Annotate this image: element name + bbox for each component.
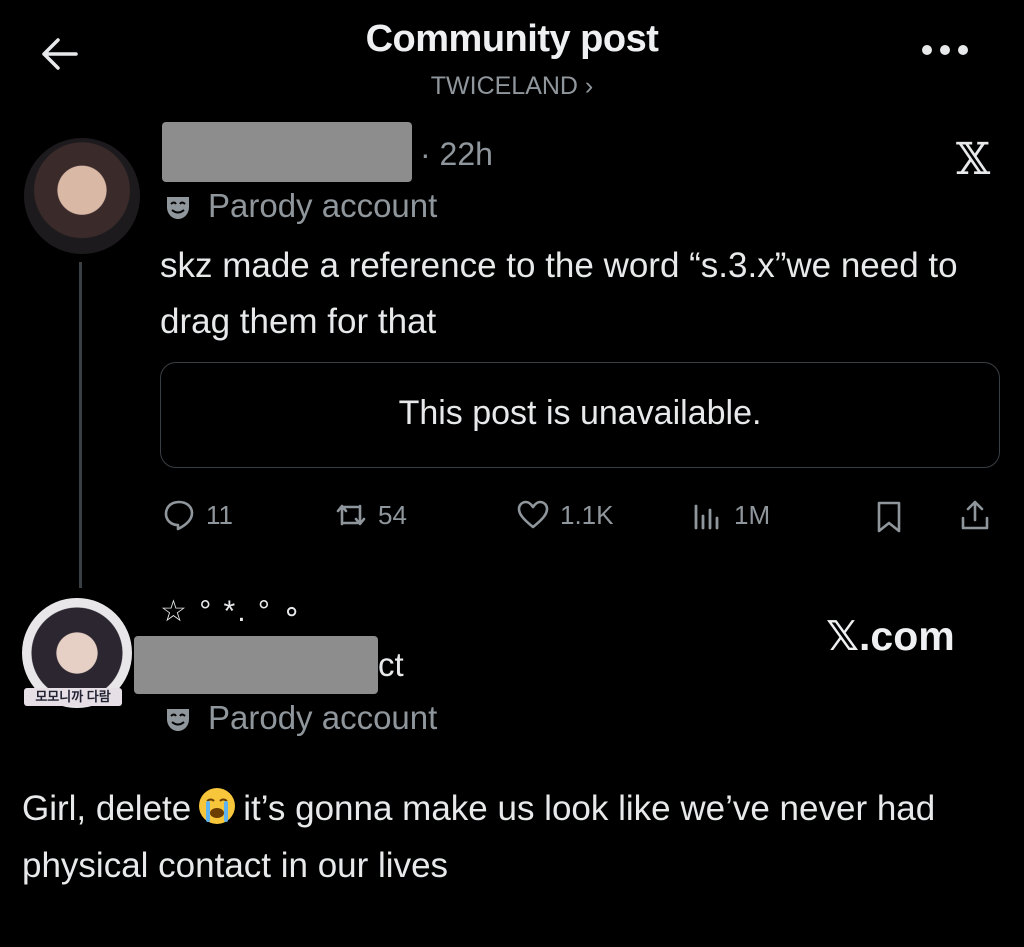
share-icon[interactable] — [958, 498, 992, 532]
thread-line — [79, 262, 82, 588]
bookmark-icon[interactable] — [872, 500, 906, 534]
reply-text: Girl, delete it’s gonna make us look lik… — [22, 780, 1002, 894]
more-dots-icon[interactable] — [918, 38, 972, 62]
reply-name-fragment: ct — [378, 646, 404, 683]
name-decoration: ☆ ° *. ° ∘ — [160, 595, 304, 628]
redacted-reply-name — [134, 636, 378, 694]
repost-action[interactable]: 54 — [334, 498, 407, 532]
parody-label: Parody account — [208, 187, 438, 224]
reply-text-start: Girl, delete — [22, 789, 192, 828]
view-count: 1M — [734, 499, 771, 530]
repost-count: 54 — [378, 499, 407, 530]
x-logo: 𝕏 — [956, 134, 991, 185]
heart-icon — [517, 500, 549, 529]
views-action[interactable]: 1M — [690, 498, 770, 532]
reply-parody-label: Parody account — [208, 699, 438, 736]
redacted-author-name — [162, 122, 412, 182]
theater-mask-icon — [167, 709, 189, 731]
watermark: 𝕏.com — [826, 613, 955, 659]
theater-mask-icon — [167, 197, 189, 219]
avatar-caption: 모모니까 다람 — [24, 688, 122, 706]
post-timestamp: · 22h — [420, 136, 493, 172]
page-title: Community post — [365, 18, 659, 60]
reply-count: 11 — [206, 499, 233, 530]
repost-icon — [336, 504, 366, 526]
speech-bubble-icon — [164, 500, 194, 531]
reply-action[interactable]: 11 — [162, 498, 233, 532]
post-text: skz made a reference to the word “s.3.x”… — [160, 246, 958, 341]
like-count: 1.1K — [560, 499, 614, 530]
like-action[interactable]: 1.1K — [516, 498, 614, 532]
bar-chart-icon — [694, 504, 719, 530]
unavailable-message: This post is unavailable. — [398, 394, 762, 432]
community-link[interactable]: TWICELAND › — [0, 72, 1024, 101]
author-avatar[interactable] — [24, 138, 140, 254]
loudly-crying-face-icon — [199, 788, 236, 824]
